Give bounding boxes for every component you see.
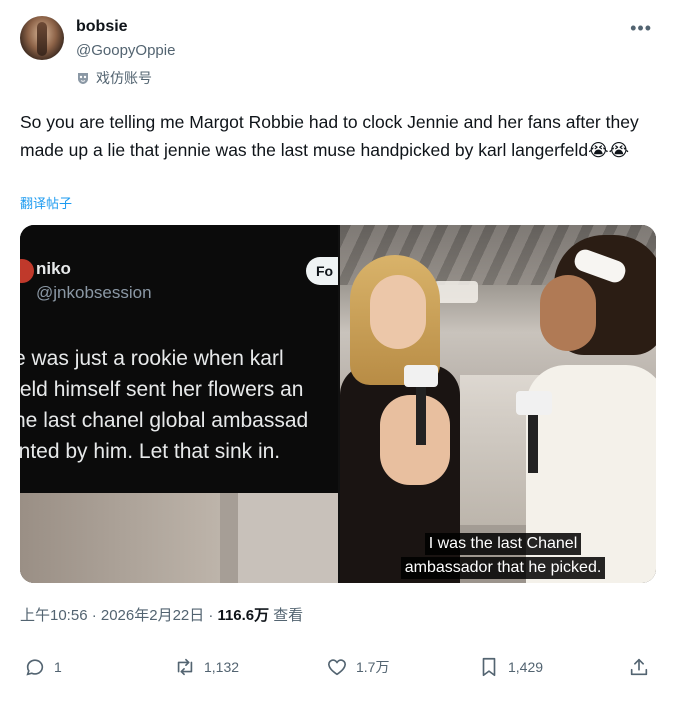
tweet-header: bobsie @GoopyOppie 戏仿账号 •••: [20, 14, 660, 94]
person-left-arm: [380, 395, 450, 485]
repost-count: 1,132: [204, 659, 240, 675]
bookmark-count: 1,429: [508, 659, 544, 675]
like-icon: [328, 659, 346, 676]
reply-icon: [26, 659, 44, 676]
person-left-face: [370, 275, 426, 349]
avatar[interactable]: [20, 16, 64, 60]
embedded-text-line: he last chanel global ambassad: [20, 409, 309, 432]
display-name[interactable]: bobsie: [76, 18, 128, 36]
embedded-follow-button: Fo: [306, 257, 338, 285]
repost-icon: [177, 658, 193, 676]
subtitle-line: ambassador that he picked.: [400, 557, 606, 579]
like-count: 1.7万: [356, 659, 390, 675]
embedded-avatar: [20, 259, 34, 283]
embedded-image-fragment: [20, 493, 338, 583]
bookmark-button[interactable]: 1,429: [478, 656, 543, 678]
subtitle-line: I was the last Chanel: [424, 533, 582, 555]
embedded-handle: @jnkobsession: [36, 283, 152, 302]
parody-mask-icon: [78, 73, 88, 84]
views-count: 116.6万: [217, 607, 270, 624]
reply-count: 1: [54, 659, 62, 675]
parody-badge: 戏仿账号: [76, 68, 152, 88]
share-button[interactable]: [628, 656, 650, 678]
embedded-text-line: e was just a rookie when karl: [20, 347, 284, 370]
like-button[interactable]: 1.7万: [326, 656, 389, 678]
microphone-left: [404, 365, 438, 387]
video-subtitles: I was the last Chanel ambassador that he…: [390, 533, 616, 581]
repost-button[interactable]: 1,132: [174, 656, 239, 678]
action-bar: 1 1,132 1.7万 1,429: [20, 656, 656, 686]
bookmark-icon: [482, 657, 496, 677]
microphone-right: [516, 391, 552, 415]
embedded-display-name: niko: [36, 259, 71, 278]
views-label: 查看: [273, 607, 304, 624]
person-right-face: [540, 275, 596, 351]
tweet-text: So you are telling me Margot Robbie had …: [20, 112, 639, 160]
parody-badge-label: 戏仿账号: [96, 70, 152, 86]
embedded-text-line: inted by him. Let that sink in.: [20, 440, 281, 463]
share-icon: [630, 658, 648, 676]
embedded-tweet-text: e was just a rookie when karl feld himse…: [20, 343, 338, 467]
embedded-tweet-screenshot[interactable]: niko @jnkobsession Fo e was just a rooki…: [20, 225, 338, 583]
reply-button[interactable]: 1: [24, 656, 62, 678]
more-options-icon[interactable]: •••: [630, 18, 652, 39]
interview-photo[interactable]: I was the last Chanel ambassador that he…: [340, 225, 656, 583]
tweet-media[interactable]: niko @jnkobsession Fo e was just a rooki…: [20, 225, 656, 583]
user-handle[interactable]: @GoopyOppie: [76, 42, 175, 59]
embedded-text-line: feld himself sent her flowers an: [20, 378, 304, 401]
translate-post-link[interactable]: 翻译帖子: [20, 193, 72, 212]
timestamp[interactable]: 上午10:56 · 2026年2月22日 ·: [20, 604, 213, 625]
tweet-meta: 上午10:56 · 2026年2月22日 · 116.6万 查看: [20, 604, 303, 625]
background-light: [434, 281, 478, 303]
